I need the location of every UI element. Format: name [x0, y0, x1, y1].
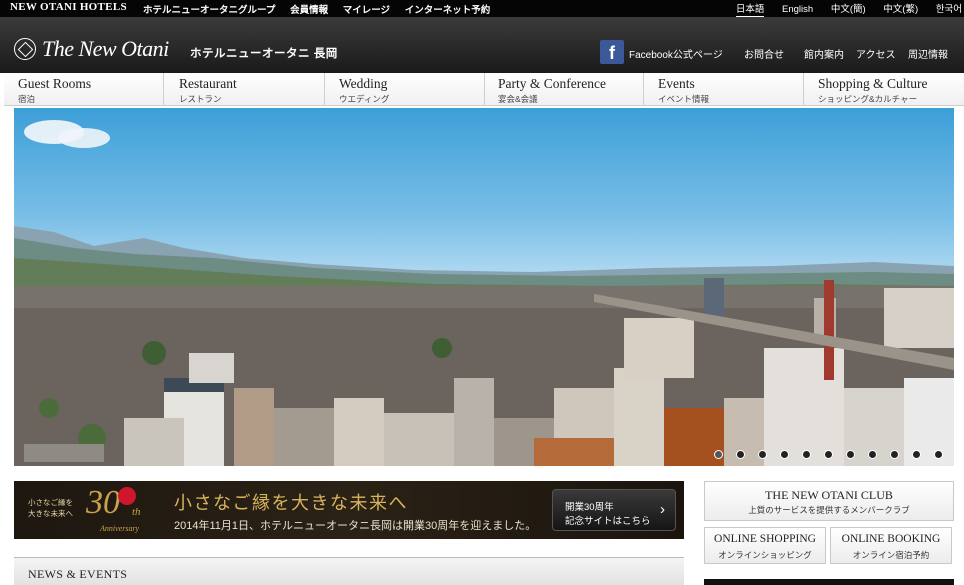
header-link-facility[interactable]: 館内案内	[804, 46, 844, 61]
slider-dot[interactable]	[934, 450, 943, 459]
lang-chinese-traditional[interactable]: 中文(繁)	[883, 4, 918, 15]
top-link-group[interactable]: ホテルニューオータニグループ	[143, 5, 275, 16]
nav-label: Guest Rooms	[18, 76, 92, 91]
anniversary-number: 30	[86, 484, 120, 521]
hotel-logo[interactable]: The New Otani	[42, 36, 169, 62]
side-box-edge	[704, 579, 954, 585]
nav-sublabel: イベント情報	[658, 94, 710, 104]
news-events-header: NEWS & EVENTS	[14, 557, 684, 585]
nav-sublabel: 宿泊	[18, 94, 36, 104]
slider-dot[interactable]	[714, 450, 723, 459]
main-nav: Guest Rooms 宿泊 Restaurant レストラン Wedding …	[4, 73, 964, 106]
nav-label: Wedding	[339, 76, 388, 91]
slider-dot[interactable]	[802, 450, 811, 459]
language-switcher: 日本語 English 中文(簡) 中文(繁) 한국어	[721, 1, 962, 17]
button-line-1: 開業30周年	[565, 502, 614, 513]
anniversary-banner[interactable]: 小さなご縁を 大きな未来へ 30 th Anniversary 小さなご縁を大き…	[14, 481, 684, 539]
shopping-title: ONLINE SHOPPING	[714, 533, 816, 545]
slider-dot[interactable]	[912, 450, 921, 459]
nav-sublabel: 宴会&会議	[498, 94, 538, 104]
club-title: THE NEW OTANI CLUB	[765, 488, 893, 502]
banner-small-copy: 小さなご縁を 大きな未来へ	[28, 497, 73, 519]
slider-dot[interactable]	[736, 450, 745, 459]
nav-item-restaurant[interactable]: Restaurant レストラン	[165, 73, 325, 106]
nav-label: Shopping & Culture	[818, 76, 928, 91]
online-shopping-button[interactable]: ONLINE SHOPPING オンラインショッピング	[704, 527, 826, 564]
site-header: The New Otani ホテルニューオータニ 長岡 f Facebook公式…	[0, 17, 964, 73]
banner-small-line-2: 大きな未来へ	[28, 509, 73, 518]
online-booking-button[interactable]: ONLINE BOOKING オンライン宿泊予約	[830, 527, 952, 564]
header-link-contact[interactable]: お問合せ	[744, 46, 784, 61]
header-link-area[interactable]: 周辺情報	[908, 46, 948, 61]
slider-dot[interactable]	[780, 450, 789, 459]
chevron-right-icon: ›	[660, 501, 665, 518]
nav-sublabel: ウエディング	[339, 94, 390, 104]
anniversary-label: Anniversary	[100, 524, 140, 533]
hotel-emblem-icon[interactable]	[14, 38, 36, 60]
anniversary-suffix: th	[132, 506, 141, 518]
city-panorama-image	[14, 120, 954, 466]
header-link-access[interactable]: アクセス	[856, 46, 896, 61]
facebook-link[interactable]: Facebook公式ページ	[629, 46, 723, 61]
nav-label: Restaurant	[179, 76, 237, 91]
slider-dot[interactable]	[758, 450, 767, 459]
anniversary-site-button[interactable]: 開業30周年 記念サイトはこちら ›	[552, 489, 676, 531]
hero-slider[interactable]	[14, 108, 954, 466]
hotel-name: ホテルニューオータニ 長岡	[190, 48, 338, 60]
lang-japanese[interactable]: 日本語	[735, 4, 765, 17]
group-brand[interactable]: NEW OTANI HOTELS	[10, 1, 127, 13]
shopping-subtitle: オンラインショッピング	[718, 550, 812, 560]
top-bar: NEW OTANI HOTELS ホテルニューオータニグループ 会員情報 マイレ…	[0, 0, 964, 17]
slider-dot[interactable]	[868, 450, 877, 459]
banner-small-line-1: 小さなご縁を	[28, 498, 73, 507]
slider-dot[interactable]	[890, 450, 899, 459]
new-otani-club-button[interactable]: THE NEW OTANI CLUB 上質のサービスを提供するメンバークラブ	[704, 481, 954, 521]
nav-item-events[interactable]: Events イベント情報	[644, 73, 804, 106]
club-subtitle: 上質のサービスを提供するメンバークラブ	[748, 505, 910, 515]
lang-english[interactable]: English	[782, 4, 813, 15]
slider-dot[interactable]	[824, 450, 833, 459]
lang-chinese-simplified[interactable]: 中文(簡)	[831, 4, 866, 15]
facebook-icon[interactable]: f	[600, 40, 624, 64]
top-links: ホテルニューオータニグループ 会員情報 マイレージ インターネット予約	[143, 2, 502, 16]
banner-title: 小さなご縁を大きな未来へ	[174, 493, 408, 513]
nav-sublabel: ショッピング&カルチャー	[818, 94, 918, 104]
nav-label: Events	[658, 76, 695, 91]
nav-item-guest-rooms[interactable]: Guest Rooms 宿泊	[4, 73, 164, 106]
rose-icon	[118, 487, 136, 505]
button-line-2: 記念サイトはこちら	[565, 516, 651, 527]
nav-item-shopping-culture[interactable]: Shopping & Culture ショッピング&カルチャー	[804, 73, 964, 106]
news-title: NEWS & EVENTS	[28, 567, 128, 581]
nav-item-wedding[interactable]: Wedding ウエディング	[325, 73, 485, 106]
top-link-mileage[interactable]: マイレージ	[343, 5, 390, 16]
top-link-booking[interactable]: インターネット予約	[405, 5, 491, 16]
lang-korean[interactable]: 한국어	[936, 4, 962, 15]
slider-dot[interactable]	[846, 450, 855, 459]
booking-subtitle: オンライン宿泊予約	[852, 550, 930, 560]
banner-description: 2014年11月1日、ホテルニューオータニ長岡は開業30周年を迎えました。	[174, 520, 537, 532]
nav-sublabel: レストラン	[179, 94, 222, 104]
nav-label: Party & Conference	[498, 76, 606, 91]
nav-item-party-conference[interactable]: Party & Conference 宴会&会議	[484, 73, 644, 106]
booking-title: ONLINE BOOKING	[841, 533, 941, 545]
top-link-members[interactable]: 会員情報	[290, 5, 328, 16]
